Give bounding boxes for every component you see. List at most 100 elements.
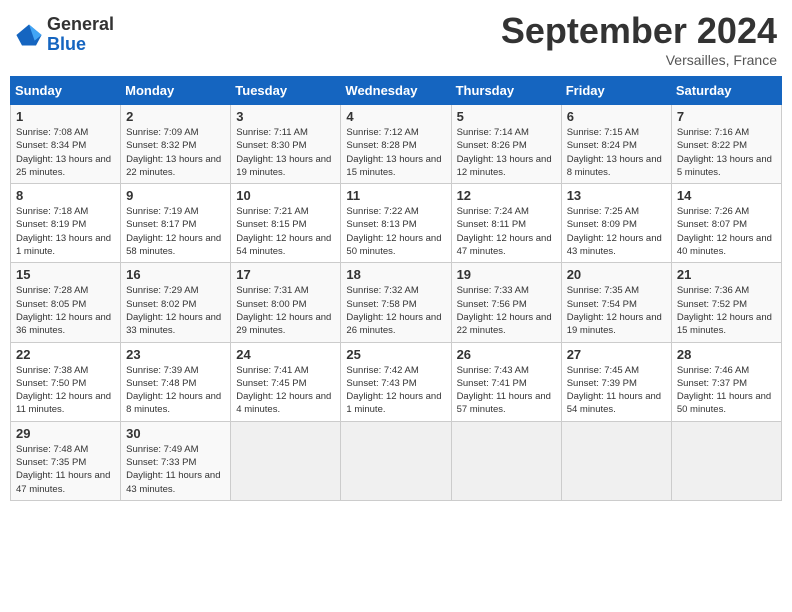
day-info: Sunrise: 7:46 AM Sunset: 7:37 PM Dayligh… bbox=[677, 364, 776, 417]
day-number: 28 bbox=[677, 347, 776, 362]
day-number: 22 bbox=[16, 347, 115, 362]
calendar-cell: 7 Sunrise: 7:16 AM Sunset: 8:22 PM Dayli… bbox=[671, 105, 781, 184]
weekday-header: Monday bbox=[121, 77, 231, 105]
calendar-cell: 10 Sunrise: 7:21 AM Sunset: 8:15 PM Dayl… bbox=[231, 184, 341, 263]
calendar-cell: 29 Sunrise: 7:48 AM Sunset: 7:35 PM Dayl… bbox=[11, 421, 121, 500]
day-number: 26 bbox=[457, 347, 556, 362]
logo-general-text: General bbox=[47, 15, 114, 35]
calendar-table: SundayMondayTuesdayWednesdayThursdayFrid… bbox=[10, 76, 782, 501]
calendar-cell: 2 Sunrise: 7:09 AM Sunset: 8:32 PM Dayli… bbox=[121, 105, 231, 184]
day-info: Sunrise: 7:22 AM Sunset: 8:13 PM Dayligh… bbox=[346, 205, 445, 258]
day-number: 30 bbox=[126, 426, 225, 441]
day-number: 20 bbox=[567, 267, 666, 282]
calendar-cell: 1 Sunrise: 7:08 AM Sunset: 8:34 PM Dayli… bbox=[11, 105, 121, 184]
calendar-cell: 25 Sunrise: 7:42 AM Sunset: 7:43 PM Dayl… bbox=[341, 342, 451, 421]
day-info: Sunrise: 7:11 AM Sunset: 8:30 PM Dayligh… bbox=[236, 126, 335, 179]
calendar-cell: 24 Sunrise: 7:41 AM Sunset: 7:45 PM Dayl… bbox=[231, 342, 341, 421]
day-number: 9 bbox=[126, 188, 225, 203]
day-number: 7 bbox=[677, 109, 776, 124]
day-info: Sunrise: 7:18 AM Sunset: 8:19 PM Dayligh… bbox=[16, 205, 115, 258]
logo-blue-text: Blue bbox=[47, 35, 114, 55]
day-info: Sunrise: 7:15 AM Sunset: 8:24 PM Dayligh… bbox=[567, 126, 666, 179]
calendar-header-row: SundayMondayTuesdayWednesdayThursdayFrid… bbox=[11, 77, 782, 105]
weekday-header: Friday bbox=[561, 77, 671, 105]
calendar-cell bbox=[341, 421, 451, 500]
day-info: Sunrise: 7:45 AM Sunset: 7:39 PM Dayligh… bbox=[567, 364, 666, 417]
day-number: 19 bbox=[457, 267, 556, 282]
location: Versailles, France bbox=[501, 52, 777, 68]
day-info: Sunrise: 7:19 AM Sunset: 8:17 PM Dayligh… bbox=[126, 205, 225, 258]
calendar-cell: 20 Sunrise: 7:35 AM Sunset: 7:54 PM Dayl… bbox=[561, 263, 671, 342]
day-number: 15 bbox=[16, 267, 115, 282]
day-info: Sunrise: 7:09 AM Sunset: 8:32 PM Dayligh… bbox=[126, 126, 225, 179]
calendar-cell: 12 Sunrise: 7:24 AM Sunset: 8:11 PM Dayl… bbox=[451, 184, 561, 263]
day-info: Sunrise: 7:28 AM Sunset: 8:05 PM Dayligh… bbox=[16, 284, 115, 337]
day-number: 18 bbox=[346, 267, 445, 282]
calendar-cell: 22 Sunrise: 7:38 AM Sunset: 7:50 PM Dayl… bbox=[11, 342, 121, 421]
day-number: 16 bbox=[126, 267, 225, 282]
day-info: Sunrise: 7:49 AM Sunset: 7:33 PM Dayligh… bbox=[126, 443, 225, 496]
calendar-cell: 5 Sunrise: 7:14 AM Sunset: 8:26 PM Dayli… bbox=[451, 105, 561, 184]
day-info: Sunrise: 7:16 AM Sunset: 8:22 PM Dayligh… bbox=[677, 126, 776, 179]
calendar-cell: 21 Sunrise: 7:36 AM Sunset: 7:52 PM Dayl… bbox=[671, 263, 781, 342]
calendar-cell: 15 Sunrise: 7:28 AM Sunset: 8:05 PM Dayl… bbox=[11, 263, 121, 342]
day-number: 23 bbox=[126, 347, 225, 362]
calendar-cell: 19 Sunrise: 7:33 AM Sunset: 7:56 PM Dayl… bbox=[451, 263, 561, 342]
day-number: 1 bbox=[16, 109, 115, 124]
calendar-cell: 6 Sunrise: 7:15 AM Sunset: 8:24 PM Dayli… bbox=[561, 105, 671, 184]
calendar-cell: 17 Sunrise: 7:31 AM Sunset: 8:00 PM Dayl… bbox=[231, 263, 341, 342]
day-info: Sunrise: 7:33 AM Sunset: 7:56 PM Dayligh… bbox=[457, 284, 556, 337]
day-number: 5 bbox=[457, 109, 556, 124]
weekday-header: Tuesday bbox=[231, 77, 341, 105]
calendar-cell: 13 Sunrise: 7:25 AM Sunset: 8:09 PM Dayl… bbox=[561, 184, 671, 263]
day-number: 24 bbox=[236, 347, 335, 362]
calendar-cell: 26 Sunrise: 7:43 AM Sunset: 7:41 PM Dayl… bbox=[451, 342, 561, 421]
day-info: Sunrise: 7:14 AM Sunset: 8:26 PM Dayligh… bbox=[457, 126, 556, 179]
day-info: Sunrise: 7:29 AM Sunset: 8:02 PM Dayligh… bbox=[126, 284, 225, 337]
logo-icon bbox=[15, 21, 43, 49]
calendar-cell: 14 Sunrise: 7:26 AM Sunset: 8:07 PM Dayl… bbox=[671, 184, 781, 263]
day-info: Sunrise: 7:36 AM Sunset: 7:52 PM Dayligh… bbox=[677, 284, 776, 337]
day-info: Sunrise: 7:39 AM Sunset: 7:48 PM Dayligh… bbox=[126, 364, 225, 417]
calendar-week-row: 22 Sunrise: 7:38 AM Sunset: 7:50 PM Dayl… bbox=[11, 342, 782, 421]
calendar-cell: 27 Sunrise: 7:45 AM Sunset: 7:39 PM Dayl… bbox=[561, 342, 671, 421]
day-number: 11 bbox=[346, 188, 445, 203]
calendar-cell: 8 Sunrise: 7:18 AM Sunset: 8:19 PM Dayli… bbox=[11, 184, 121, 263]
day-number: 29 bbox=[16, 426, 115, 441]
day-number: 13 bbox=[567, 188, 666, 203]
day-number: 17 bbox=[236, 267, 335, 282]
day-info: Sunrise: 7:38 AM Sunset: 7:50 PM Dayligh… bbox=[16, 364, 115, 417]
calendar-cell: 4 Sunrise: 7:12 AM Sunset: 8:28 PM Dayli… bbox=[341, 105, 451, 184]
weekday-header: Saturday bbox=[671, 77, 781, 105]
logo: General Blue bbox=[15, 15, 114, 55]
calendar-cell bbox=[451, 421, 561, 500]
calendar-week-row: 15 Sunrise: 7:28 AM Sunset: 8:05 PM Dayl… bbox=[11, 263, 782, 342]
calendar-cell: 18 Sunrise: 7:32 AM Sunset: 7:58 PM Dayl… bbox=[341, 263, 451, 342]
day-number: 10 bbox=[236, 188, 335, 203]
day-number: 8 bbox=[16, 188, 115, 203]
weekday-header: Sunday bbox=[11, 77, 121, 105]
day-number: 12 bbox=[457, 188, 556, 203]
title-block: September 2024 Versailles, France bbox=[501, 10, 777, 68]
calendar-cell: 28 Sunrise: 7:46 AM Sunset: 7:37 PM Dayl… bbox=[671, 342, 781, 421]
calendar-week-row: 1 Sunrise: 7:08 AM Sunset: 8:34 PM Dayli… bbox=[11, 105, 782, 184]
day-info: Sunrise: 7:12 AM Sunset: 8:28 PM Dayligh… bbox=[346, 126, 445, 179]
day-info: Sunrise: 7:43 AM Sunset: 7:41 PM Dayligh… bbox=[457, 364, 556, 417]
calendar-cell: 16 Sunrise: 7:29 AM Sunset: 8:02 PM Dayl… bbox=[121, 263, 231, 342]
day-number: 2 bbox=[126, 109, 225, 124]
day-info: Sunrise: 7:35 AM Sunset: 7:54 PM Dayligh… bbox=[567, 284, 666, 337]
day-number: 6 bbox=[567, 109, 666, 124]
day-number: 25 bbox=[346, 347, 445, 362]
calendar-cell bbox=[671, 421, 781, 500]
calendar-cell: 3 Sunrise: 7:11 AM Sunset: 8:30 PM Dayli… bbox=[231, 105, 341, 184]
day-info: Sunrise: 7:48 AM Sunset: 7:35 PM Dayligh… bbox=[16, 443, 115, 496]
calendar-cell: 23 Sunrise: 7:39 AM Sunset: 7:48 PM Dayl… bbox=[121, 342, 231, 421]
day-info: Sunrise: 7:25 AM Sunset: 8:09 PM Dayligh… bbox=[567, 205, 666, 258]
day-info: Sunrise: 7:32 AM Sunset: 7:58 PM Dayligh… bbox=[346, 284, 445, 337]
day-number: 14 bbox=[677, 188, 776, 203]
month-title: September 2024 bbox=[501, 10, 777, 52]
day-info: Sunrise: 7:26 AM Sunset: 8:07 PM Dayligh… bbox=[677, 205, 776, 258]
calendar-cell bbox=[231, 421, 341, 500]
calendar-cell bbox=[561, 421, 671, 500]
day-number: 3 bbox=[236, 109, 335, 124]
